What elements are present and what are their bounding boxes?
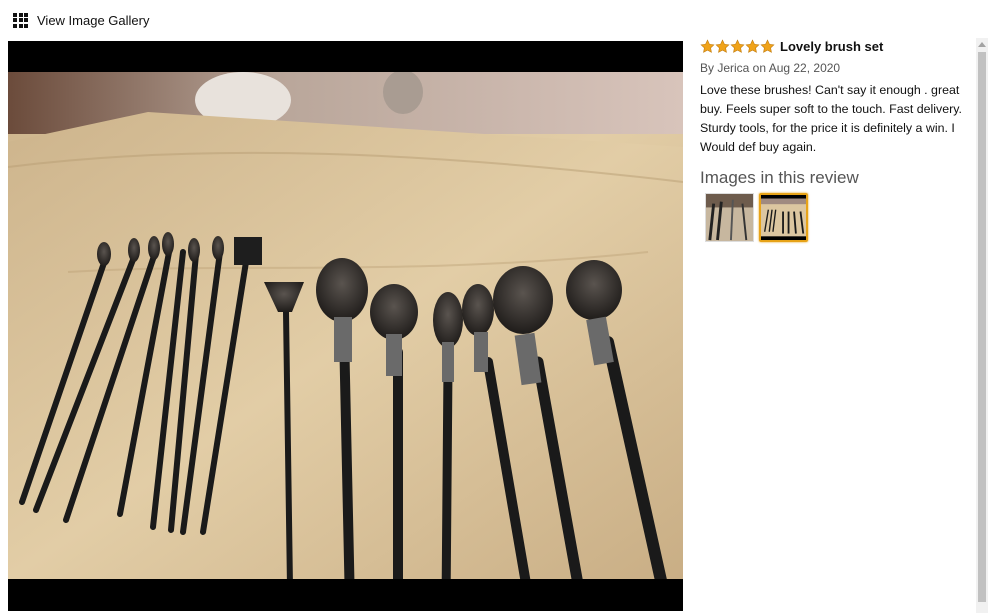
review-photo [8,72,683,579]
scrollbar[interactable] [976,38,988,613]
thumbnail-image [706,194,753,241]
star-icon [700,39,715,53]
review-byline: By Jerica on Aug 22, 2020 [700,61,841,75]
review-title: Lovely brush set [780,39,884,54]
review-thumbnail[interactable] [705,193,754,242]
scroll-up-arrow-icon[interactable] [976,38,988,50]
image-viewer[interactable] [8,41,683,611]
view-gallery-link[interactable]: View Image Gallery [13,11,149,29]
star-icon [715,39,730,53]
view-gallery-label: View Image Gallery [37,12,150,28]
scrollbar-thumb[interactable] [978,52,986,602]
review-panel: Lovely brush set By Jerica on Aug 22, 20… [700,38,976,242]
grid-icon [13,12,28,28]
star-rating [700,39,775,54]
review-header: Lovely brush set [700,38,976,55]
review-thumbnail-selected[interactable] [759,193,808,242]
review-body: Love these brushes! Can't say it enough … [700,83,962,154]
thumbnail-image [761,195,806,240]
star-icon [745,39,760,53]
star-icon [760,39,775,53]
images-heading: Images in this review [700,168,859,187]
review-thumbnails [700,193,976,242]
star-icon [730,39,745,53]
